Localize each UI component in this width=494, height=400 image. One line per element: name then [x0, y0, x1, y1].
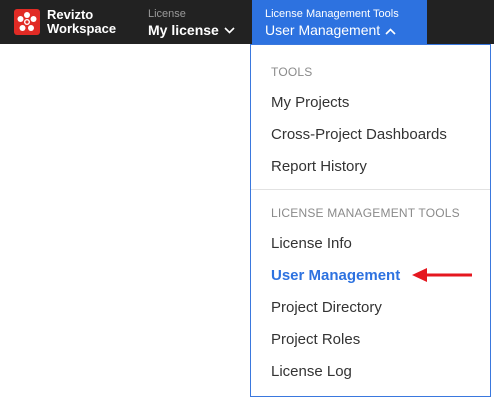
chevron-up-icon [385, 21, 396, 39]
chevron-down-icon [224, 21, 235, 39]
menu-item-user-management[interactable]: User Management [271, 266, 400, 286]
menu-item-license-info[interactable]: License Info [271, 234, 352, 254]
revizto-logo-icon[interactable] [14, 9, 40, 35]
menu-item-license-log[interactable]: License Log [271, 362, 352, 382]
menu-item-project-roles[interactable]: Project Roles [271, 330, 360, 350]
tools-tab-label: License Management Tools [265, 8, 399, 20]
license-switcher[interactable]: License My license [148, 8, 235, 40]
brand-name[interactable]: Revizto Workspace [47, 8, 116, 36]
menu-item-report-history[interactable]: Report History [271, 157, 367, 177]
tools-dropdown-menu: TOOLS My Projects Cross-Project Dashboar… [250, 44, 491, 397]
tools-tab-value: User Management [265, 21, 396, 39]
menu-item-cross-project-dashboards[interactable]: Cross-Project Dashboards [271, 125, 447, 145]
license-management-tools-tab[interactable]: License Management Tools User Management [252, 0, 427, 44]
section-title-tools: TOOLS [271, 65, 313, 79]
license-switcher-value: My license [148, 22, 219, 38]
section-title-license-management-tools: LICENSE MANAGEMENT TOOLS [271, 206, 460, 220]
top-bar: Revizto Workspace License My license Lic… [0, 0, 494, 44]
menu-divider [251, 189, 490, 190]
license-switcher-label: License [148, 8, 186, 20]
menu-item-my-projects[interactable]: My Projects [271, 93, 349, 113]
brand-line-1: Revizto [47, 7, 94, 22]
menu-item-project-directory[interactable]: Project Directory [271, 298, 382, 318]
brand-line-2: Workspace [47, 21, 117, 36]
red-arrow-icon [410, 267, 474, 288]
